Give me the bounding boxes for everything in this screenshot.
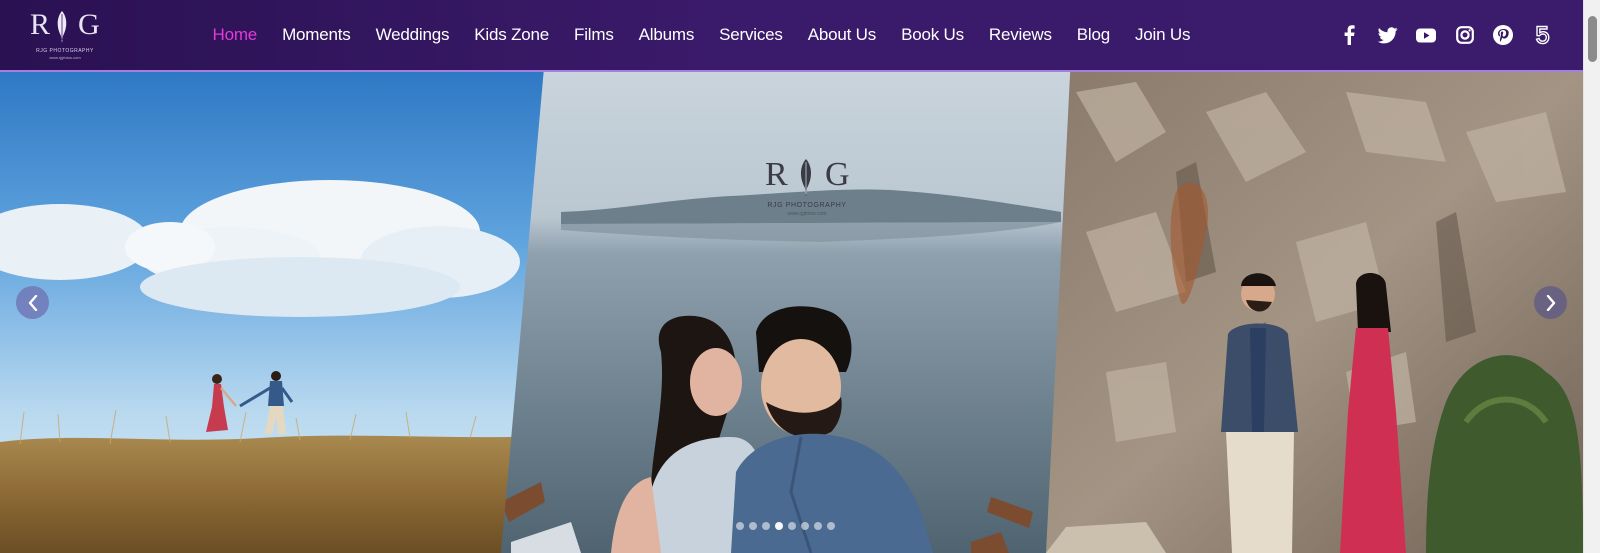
nav-reviews[interactable]: Reviews — [976, 25, 1064, 45]
feather-icon — [57, 11, 67, 43]
nav-home[interactable]: Home — [200, 25, 270, 45]
slider-dot[interactable] — [814, 522, 822, 530]
slider-dot[interactable] — [762, 522, 770, 530]
slider-prev-button[interactable] — [16, 286, 49, 319]
site-logo[interactable]: R G RJG PHOTOGRAPHY www.rjgfotos.com — [26, 8, 104, 62]
slider-dot[interactable] — [827, 522, 835, 530]
nav-about-us[interactable]: About Us — [795, 25, 888, 45]
slider-next-button[interactable] — [1534, 286, 1567, 319]
watermark-letter-g: G — [825, 156, 850, 193]
instagram-icon[interactable] — [1446, 23, 1485, 47]
logo-tagline: RJG PHOTOGRAPHY — [36, 48, 94, 54]
chevron-left-icon — [28, 294, 37, 311]
logo-mark: R G — [26, 8, 104, 46]
nav-films[interactable]: Films — [562, 25, 627, 45]
watermark-letter-r: R — [765, 156, 788, 193]
nav-join-us[interactable]: Join Us — [1123, 25, 1203, 45]
scrollbar-thumb[interactable] — [1588, 16, 1597, 62]
feather-icon — [800, 159, 812, 197]
twitter-icon[interactable] — [1369, 23, 1408, 47]
page-scrollbar[interactable] — [1583, 0, 1600, 553]
slider-dot[interactable] — [736, 522, 744, 530]
main-nav: Home Moments Weddings Kids Zone Films Al… — [200, 0, 1203, 70]
nav-book-us[interactable]: Book Us — [889, 25, 977, 45]
slide-couple-rock-wall[interactable] — [1046, 72, 1583, 553]
slide-couple-lake-kiss[interactable] — [501, 72, 1093, 553]
nav-albums[interactable]: Albums — [626, 25, 707, 45]
social-links — [1330, 0, 1561, 70]
slider-dots — [736, 522, 835, 530]
slide-couple-walking-field[interactable] — [0, 72, 545, 553]
nav-kids-zone[interactable]: Kids Zone — [462, 25, 562, 45]
watermark-url: www.rjgfotos.com — [787, 211, 827, 217]
hero-slider: R G RJG PHOTOGRAPHY www.rjgfotos.com — [0, 72, 1583, 553]
logo-letter-g: G — [78, 8, 100, 41]
nav-blog[interactable]: Blog — [1064, 25, 1122, 45]
chevron-right-icon — [1546, 294, 1555, 311]
slider-dot-active[interactable] — [775, 522, 783, 530]
youtube-icon[interactable] — [1407, 23, 1446, 47]
logo-letter-r: R — [30, 8, 51, 41]
slider-dot[interactable] — [801, 522, 809, 530]
nav-weddings[interactable]: Weddings — [363, 25, 462, 45]
facebook-icon[interactable] — [1330, 23, 1369, 47]
nav-moments[interactable]: Moments — [270, 25, 364, 45]
nav-services[interactable]: Services — [707, 25, 796, 45]
slide-watermark-logo: R G RJG PHOTOGRAPHY www.rjgfotos.com — [762, 156, 852, 218]
500px-icon[interactable] — [1523, 23, 1562, 47]
page: R G RJG PHOTOGRAPHY www.rjgfotos.com Hom… — [0, 0, 1600, 553]
slider-dot[interactable] — [788, 522, 796, 530]
watermark-mark: R G — [762, 156, 852, 197]
watermark-tagline: RJG PHOTOGRAPHY — [767, 202, 847, 209]
slider-dot[interactable] — [749, 522, 757, 530]
site-header: R G RJG PHOTOGRAPHY www.rjgfotos.com Hom… — [0, 0, 1583, 72]
logo-url: www.rjgfotos.com — [49, 55, 81, 60]
pinterest-icon[interactable] — [1484, 23, 1523, 47]
